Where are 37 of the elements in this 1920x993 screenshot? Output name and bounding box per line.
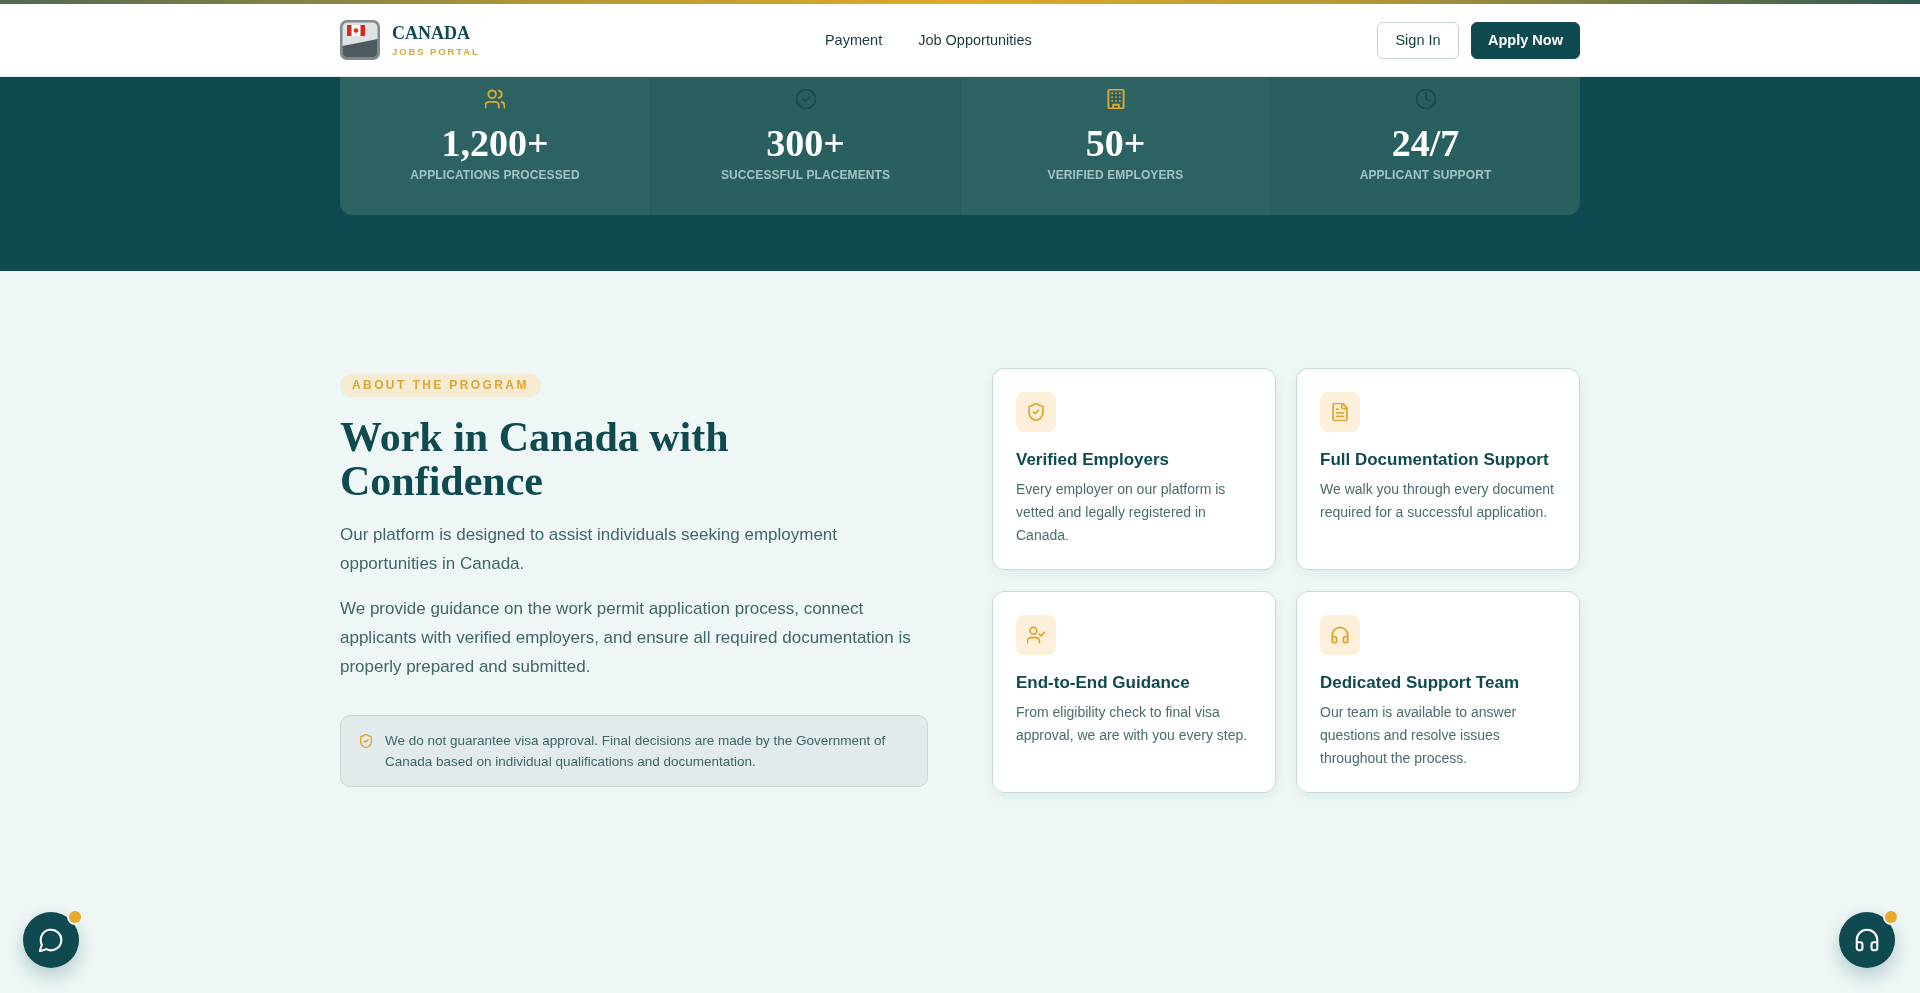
- stat-label: VERIFIED EMPLOYERS: [1047, 167, 1184, 183]
- stat-value: 50+: [1085, 121, 1146, 165]
- stat-label: SUCCESSFUL PLACEMENTS: [720, 167, 891, 183]
- disclaimer-text: We do not guarantee visa approval. Final decisions are made by the Government of Canada based on individual qualifications and documentation.: [385, 732, 887, 771]
- headphones-icon: [1320, 615, 1360, 655]
- sign-in-button[interactable]: Sign In: [1377, 21, 1459, 59]
- stat-value: 1,200+: [441, 121, 549, 165]
- shield-check-icon: [359, 733, 373, 748]
- stat-label: APPLICANT SUPPORT: [1359, 167, 1492, 183]
- card-description: We walk you through every document required for a successful application.: [1320, 480, 1555, 522]
- shield-check-icon: [1016, 392, 1056, 432]
- card-title: Verified Employers: [1016, 449, 1171, 471]
- card-description: From eligibility check to final visa approval, we are with you every step.: [1016, 703, 1249, 745]
- card-title: Dedicated Support Team: [1320, 672, 1520, 694]
- section-heading: Work in Canada with Confidence: [340, 415, 730, 503]
- support-button[interactable]: [1839, 912, 1895, 968]
- chat-button[interactable]: [23, 912, 79, 968]
- card-title: End-to-End Guidance: [1016, 672, 1191, 694]
- nav-link[interactable]: Job Opportunities: [918, 32, 1032, 48]
- document-icon: [1320, 392, 1360, 432]
- chat-bubble-icon: [39, 928, 63, 952]
- nav-link[interactable]: Payment: [824, 32, 883, 48]
- stat-value: 300+: [766, 121, 845, 165]
- apply-now-button[interactable]: Apply Now: [1471, 21, 1580, 59]
- card-description: Every employer on our platform is vetted and legally registered in Canada.: [1016, 480, 1227, 545]
- card-description: Our team is available to answer questions and resolve issues throughout the process.: [1320, 703, 1518, 768]
- brand-tagline: JOBS PORTAL: [392, 44, 480, 58]
- headphones-icon: [1855, 928, 1879, 952]
- brand-name: CANADA: [392, 22, 471, 43]
- body-paragraph: We provide guidance on the work permit application process, connect applicants with verified employers, and ensure all required documentation is properly prepared and submitted.: [340, 598, 912, 678]
- section-tag: ABOUT THE PROGRAM: [340, 374, 541, 397]
- user-check-icon: [1016, 615, 1056, 655]
- card-title: Full Documentation Support: [1320, 449, 1550, 471]
- logo-image: [340, 20, 380, 60]
- stat-label: APPLICATIONS PROCESSED: [410, 167, 580, 183]
- stat-value: 24/7: [1391, 121, 1460, 165]
- body-paragraph: Our platform is designed to assist individuals seeking employment opportunities in Canada.: [340, 524, 839, 575]
